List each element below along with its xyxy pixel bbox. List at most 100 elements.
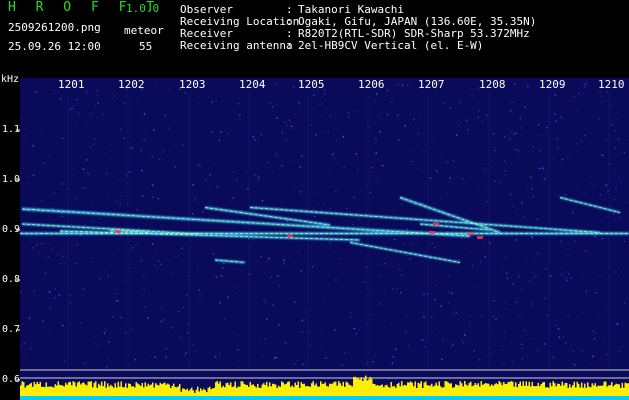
noise-speck [605, 138, 607, 141]
noise-speck [136, 209, 138, 211]
power-bar [185, 389, 187, 396]
noise-speck [599, 91, 601, 93]
power-bar [350, 385, 352, 396]
power-bar [314, 385, 316, 396]
noise-speck [341, 364, 343, 366]
power-bar [290, 386, 292, 396]
noise-speck [552, 356, 554, 359]
noise-speck [197, 252, 199, 255]
noise-speck [476, 189, 478, 191]
noise-speck [333, 157, 335, 160]
noise-speck [420, 229, 423, 232]
power-bar [293, 387, 295, 396]
power-bar [134, 387, 136, 396]
noise-speck [590, 361, 592, 364]
power-bar [606, 386, 608, 396]
power-bar [588, 386, 590, 396]
noise-speck [319, 329, 322, 332]
noise-speck [562, 272, 564, 275]
noise-speck [53, 92, 55, 95]
noise-speck [375, 152, 377, 154]
noise-speck [458, 124, 460, 126]
noise-speck [469, 175, 471, 177]
power-bar [65, 382, 67, 396]
power-bar [62, 385, 64, 396]
noise-speck [499, 181, 502, 183]
noise-speck [143, 274, 145, 276]
noise-speck [51, 301, 54, 303]
noise-speck [612, 213, 615, 215]
noise-speck [144, 305, 146, 308]
noise-speck [85, 187, 87, 189]
noise-speck [158, 158, 161, 161]
power-bar [258, 387, 260, 396]
noise-speck [63, 360, 66, 363]
noise-speck [83, 224, 86, 226]
noise-speck [58, 294, 60, 296]
noise-speck [129, 143, 131, 145]
power-bar [404, 384, 406, 396]
noise-speck [89, 129, 91, 131]
power-bar [339, 383, 341, 396]
noise-speck [185, 352, 187, 354]
power-bar [494, 384, 496, 396]
power-bar [122, 387, 124, 396]
power-bar [78, 381, 80, 396]
noise-speck [584, 249, 587, 252]
power-bar [162, 383, 164, 396]
noise-speck [485, 167, 487, 169]
power-bar [492, 385, 494, 396]
power-bar [554, 383, 556, 396]
power-bar [129, 383, 131, 396]
noise-speck [465, 254, 467, 256]
noise-speck [406, 254, 408, 256]
noise-speck [319, 104, 321, 106]
power-bar [396, 384, 398, 396]
power-bar [581, 382, 583, 396]
noise-speck [567, 156, 569, 158]
noise-speck [174, 166, 177, 168]
noise-speck [183, 355, 186, 357]
noise-speck [98, 217, 100, 220]
noise-speck [431, 137, 434, 140]
power-bar [59, 384, 61, 396]
noise-speck [394, 348, 397, 351]
noise-speck [145, 261, 147, 263]
noise-speck [478, 110, 481, 113]
power-bar [398, 382, 400, 396]
power-bar [110, 384, 112, 396]
meteor-hot-spot [477, 236, 483, 239]
noise-speck [379, 264, 381, 266]
noise-speck [294, 301, 296, 303]
noise-speck [157, 197, 159, 200]
power-bar [255, 387, 257, 396]
noise-speck [434, 285, 436, 287]
noise-speck [76, 124, 78, 126]
noise-speck [481, 120, 483, 122]
noise-speck [460, 338, 463, 341]
noise-speck [155, 249, 157, 252]
power-bar [101, 381, 103, 396]
power-bar [224, 387, 226, 396]
power-bar [614, 384, 616, 396]
noise-speck [61, 215, 63, 218]
power-bar [320, 381, 322, 396]
noise-speck [232, 171, 234, 173]
noise-speck [494, 180, 496, 182]
noise-speck [399, 268, 401, 271]
noise-speck [168, 150, 171, 153]
noise-speck [110, 263, 112, 266]
power-bar [366, 380, 368, 396]
noise-speck [175, 256, 177, 259]
noise-speck [433, 203, 435, 205]
noise-speck [36, 97, 38, 100]
noise-speck [211, 101, 213, 103]
noise-speck [504, 308, 506, 310]
noise-speck [450, 345, 452, 348]
noise-speck [514, 82, 516, 85]
noise-speck [48, 243, 51, 245]
noise-speck [277, 206, 279, 208]
noise-speck [395, 252, 398, 254]
noise-speck [157, 260, 160, 262]
power-bar [333, 381, 335, 396]
